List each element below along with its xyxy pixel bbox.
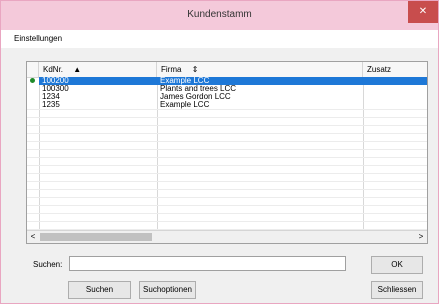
cell-zusatz	[363, 93, 427, 101]
sort-ascending-icon: ▲	[73, 65, 82, 74]
horizontal-scrollbar[interactable]: < >	[27, 230, 427, 243]
column-label-zusatz: Zusatz	[367, 65, 392, 74]
cell-zusatz	[363, 101, 427, 109]
search-options-button[interactable]: Suchoptionen	[139, 281, 196, 299]
sort-toggle-icon: ⇕	[191, 65, 199, 74]
menu-einstellungen[interactable]: Einstellungen	[14, 34, 62, 43]
table-row[interactable]: 1235 Example LCC	[27, 101, 427, 109]
grid-hline	[27, 117, 427, 118]
menu-bar: Einstellungen	[1, 30, 438, 48]
close-dialog-button[interactable]: Schliessen	[371, 281, 423, 299]
grid-hline	[27, 189, 427, 190]
window-title: Kundenstamm	[187, 9, 252, 20]
column-label-firma: Firma	[161, 65, 182, 74]
grid-hline	[27, 205, 427, 206]
row-indicator	[27, 77, 39, 85]
ok-button[interactable]: OK	[371, 256, 423, 274]
scroll-right-icon[interactable]: >	[415, 231, 427, 243]
grid-hline	[27, 197, 427, 198]
customer-window: Kundenstamm ✕ Einstellungen KdNr. ▲ Firm…	[0, 0, 439, 304]
grid-hline	[27, 109, 427, 110]
row-indicator	[27, 93, 39, 101]
cell-kdnr: 1235	[42, 100, 60, 109]
search-input[interactable]	[69, 256, 346, 271]
row-indicator	[27, 85, 39, 93]
cell-zusatz	[363, 85, 427, 93]
customer-grid[interactable]: KdNr. ▲ Firma ⇕ Zusatz 100200 Example LC…	[26, 61, 428, 244]
grid-header: KdNr. ▲ Firma ⇕ Zusatz	[27, 62, 427, 78]
scrollbar-thumb[interactable]	[40, 233, 152, 241]
search-label: Suchen:	[33, 260, 63, 269]
search-button[interactable]: Suchen	[68, 281, 131, 299]
row-indicator	[27, 101, 39, 109]
grid-hline	[27, 133, 427, 134]
grid-hline	[27, 125, 427, 126]
column-label-kdnr: KdNr.	[43, 65, 64, 74]
grid-hline	[27, 181, 427, 182]
grid-hline	[27, 221, 427, 222]
scroll-left-icon[interactable]: <	[27, 231, 39, 243]
cell-zusatz	[363, 77, 427, 85]
column-header-kdnr[interactable]: KdNr. ▲	[39, 62, 157, 77]
grid-hline	[27, 141, 427, 142]
title-bar[interactable]: Kundenstamm ✕	[1, 1, 438, 30]
grid-hline	[27, 213, 427, 214]
cell-firma: Example LCC	[160, 100, 210, 109]
close-icon: ✕	[418, 6, 428, 17]
grid-hline	[27, 173, 427, 174]
table-row[interactable]: 1234 James Gordon LCC	[27, 93, 427, 101]
current-row-marker-icon	[30, 78, 35, 83]
column-header-zusatz[interactable]: Zusatz	[363, 62, 427, 77]
grid-hline	[27, 149, 427, 150]
close-button[interactable]: ✕	[408, 1, 438, 23]
column-header-firma[interactable]: Firma ⇕	[157, 62, 363, 77]
header-indicator	[27, 62, 39, 77]
grid-hline	[27, 157, 427, 158]
grid-hline	[27, 165, 427, 166]
